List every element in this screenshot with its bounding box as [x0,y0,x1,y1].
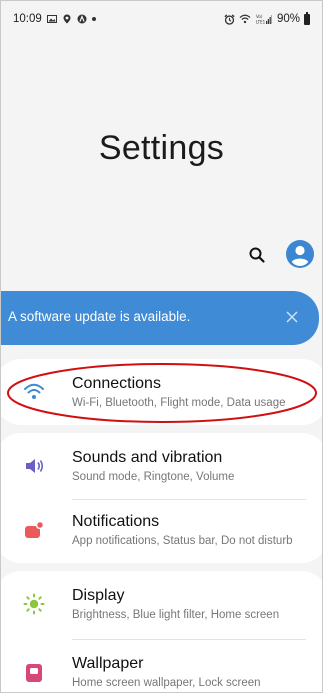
svg-text:LTE1: LTE1 [256,20,266,25]
software-update-text: A software update is available. [8,309,191,324]
volte-signal-icon: Vo) LTE1 [256,14,272,25]
settings-item-wallpaper[interactable]: Wallpaper Home screen wallpaper, Lock sc… [1,641,322,692]
software-update-banner[interactable]: A software update is available. [1,291,319,345]
settings-item-label: Sounds and vibration [72,449,223,466]
account-icon[interactable] [285,239,315,269]
divider [72,639,306,640]
settings-item-description: Sound mode, Ringtone, Volume [72,471,235,483]
alarm-icon [224,13,235,25]
settings-item-description: Home screen wallpaper, Lock screen [72,677,261,689]
settings-item-label: Connections [72,375,161,392]
close-icon[interactable] [283,308,301,326]
speaker-icon [26,459,44,473]
status-bar-right: Vo) LTE1 90% [224,11,310,25]
sun-icon [23,593,45,615]
image-icon [46,15,57,23]
status-bar-left: 10:09 [13,13,96,25]
battery-icon [304,11,310,25]
status-bar: 10:09 Vo) LTE1 90% [1,1,322,35]
settings-card-sounds-notifications: Sounds and vibration Sound mode, Rington… [1,433,322,563]
wifi-icon [239,14,251,24]
wallpaper-icon [26,664,42,682]
settings-item-sounds[interactable]: Sounds and vibration Sound mode, Rington… [1,435,322,497]
circle-a-icon [77,14,87,24]
battery-percent: 90% [276,13,300,25]
settings-item-label: Display [72,587,125,604]
notification-icon [25,520,45,538]
settings-item-notifications[interactable]: Notifications App notifications, Status … [1,499,322,561]
location-icon [63,14,71,24]
settings-item-display[interactable]: Display Brightness, Blue light filter, H… [1,573,322,635]
settings-card-connections: Connections Wi-Fi, Bluetooth, Flight mod… [1,359,322,425]
settings-item-description: Wi-Fi, Bluetooth, Flight mode, Data usag… [72,397,286,409]
settings-item-label: Notifications [72,513,160,530]
svg-text:Vo): Vo) [256,14,263,19]
settings-card-display-wallpaper: Display Brightness, Blue light filter, H… [1,571,322,692]
settings-item-description: App notifications, Status bar, Do not di… [72,535,293,547]
settings-item-connections[interactable]: Connections Wi-Fi, Bluetooth, Flight mod… [1,361,322,423]
settings-item-description: Brightness, Blue light filter, Home scre… [72,609,280,621]
dot-icon [91,17,96,21]
status-time: 10:09 [13,13,42,25]
settings-item-label: Wallpaper [72,655,144,672]
page-title: Settings [98,129,225,167]
settings-screen: 10:09 Vo) LTE1 90% Settings A software u… [0,0,323,693]
search-icon[interactable] [247,245,267,265]
wifi-icon [24,383,44,399]
